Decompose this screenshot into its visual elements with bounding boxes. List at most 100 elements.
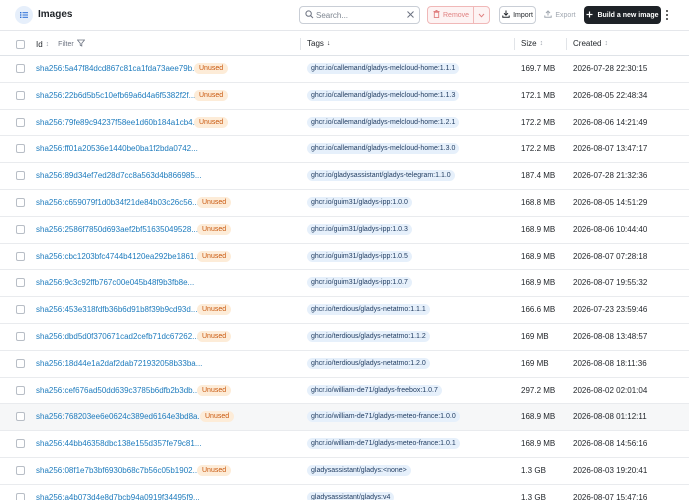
table-row[interactable]: sha256:c659079f1d0b34f21de84b03c26c56...… [0, 190, 689, 217]
select-all-checkbox[interactable] [16, 40, 25, 49]
column-tags-label: Tags [307, 39, 324, 48]
table-row[interactable]: sha256:dbd5d0f370671cad2cefb71dc67262...… [0, 324, 689, 351]
image-id-link[interactable]: sha256:dbd5d0f370671cad2cefb71dc67262... [36, 332, 199, 341]
row-checkbox[interactable] [16, 412, 25, 422]
row-checkbox[interactable] [16, 224, 25, 234]
image-id-link[interactable]: sha256:ff01a20536e1440be0ba1f2bda0742... [36, 144, 198, 153]
image-size: 169.7 MB [521, 64, 556, 73]
image-tag: ghcr.io/terdious/gladys-netatmo:1.1.2 [307, 330, 430, 342]
chevron-down-icon [478, 11, 485, 20]
image-size: 172.2 MB [521, 144, 556, 154]
image-id-link[interactable]: sha256:22b6d5b5c10efb69a6d4a6f5382f2f... [36, 91, 195, 100]
image-tag: ghcr.io/guim31/gladys-ipp:1.0.0 [307, 196, 412, 208]
image-id-link[interactable]: sha256:18d44e1a2daf2dab721932058b33ba... [36, 359, 202, 368]
filter-icon[interactable] [76, 39, 86, 49]
remove-button[interactable]: Remove [428, 7, 473, 23]
image-created: 2026-08-03 19:20:41 [573, 465, 648, 475]
column-created[interactable]: Created ↕ [573, 39, 608, 48]
image-id-link[interactable]: sha256:89d34ef7ed28d7cc8a563d4b866985... [36, 171, 202, 180]
image-size: 168.8 MB [521, 197, 556, 207]
row-checkbox[interactable] [16, 305, 25, 315]
filter-label[interactable]: Filter [58, 41, 74, 48]
image-created: 2026-07-23 23:59:46 [573, 305, 648, 315]
row-checkbox[interactable] [16, 197, 25, 207]
table-row[interactable]: sha256:cef676ad50dd639c3785b6dfb2b3db...… [0, 378, 689, 405]
image-id-link[interactable]: sha256:9c3c92ffb767c00e045b48f9b3fb8e... [36, 278, 194, 287]
search-input[interactable] [316, 8, 404, 22]
search-icon [305, 10, 314, 21]
image-tag: ghcr.io/terdious/gladys-netatmo:1.2.0 [307, 357, 430, 369]
image-id-link[interactable]: sha256:79fe89c94237f58ee1d60b184a1cb4... [36, 118, 199, 127]
image-tag: gladysassistant/gladys:v4 [307, 491, 395, 500]
table-row[interactable]: sha256:9c3c92ffb767c00e045b48f9b3fb8e...… [0, 270, 689, 298]
remove-options-button[interactable] [474, 7, 489, 23]
row-checkbox[interactable] [16, 117, 25, 127]
unused-badge: Unused [200, 411, 235, 423]
row-checkbox[interactable] [16, 144, 25, 154]
row-checkbox[interactable] [16, 251, 25, 261]
table-row[interactable]: sha256:453e318fdfb36b6d91b8f39b9cd93d...… [0, 297, 689, 324]
row-checkbox[interactable] [16, 492, 25, 500]
table-body: sha256:5a47f84dcd867c81ca1fda73aee79b...… [0, 56, 689, 500]
more-options-icon[interactable] [663, 6, 671, 24]
image-created: 2026-08-02 02:01:04 [573, 385, 648, 395]
row-checkbox[interactable] [16, 171, 25, 181]
image-tag: ghcr.io/terdious/gladys-netatmo:1.1.1 [307, 304, 430, 316]
sort-desc-icon: ↓ [326, 40, 331, 47]
image-tag: ghcr.io/callemand/gladys-melcloud-home:1… [307, 143, 460, 155]
table-row[interactable]: sha256:2586f7850d693aef2bf51635049528...… [0, 217, 689, 244]
table-row[interactable]: sha256:5a47f84dcd867c81ca1fda73aee79b...… [0, 56, 689, 83]
table-row[interactable]: sha256:ff01a20536e1440be0ba1f2bda0742...… [0, 136, 689, 164]
image-id-link[interactable]: sha256:44bb46358dbc138e155d357fe79c81... [36, 439, 202, 448]
table-row[interactable]: sha256:89d34ef7ed28d7cc8a563d4b866985...… [0, 163, 689, 190]
row-checkbox[interactable] [16, 278, 25, 288]
image-created: 2026-08-06 10:44:40 [573, 224, 648, 234]
unused-badge: Unused [194, 116, 229, 128]
column-id[interactable]: Id ↕ Filter [36, 39, 86, 49]
image-id-link[interactable]: sha256:cef676ad50dd639c3785b6dfb2b3db... [36, 386, 199, 395]
image-size: 187.4 MB [521, 171, 556, 181]
row-checkbox[interactable] [16, 358, 25, 368]
image-id-link[interactable]: sha256:453e318fdfb36b6d91b8f39b9cd93d... [36, 305, 197, 314]
row-checkbox[interactable] [16, 331, 25, 341]
unused-badge: Unused [197, 330, 232, 342]
trash-icon [433, 10, 440, 20]
export-button[interactable]: Export [541, 6, 579, 24]
column-size-label: Size [521, 39, 537, 48]
table-row[interactable]: sha256:22b6d5b5c10efb69a6d4a6f5382f2f...… [0, 83, 689, 110]
row-checkbox[interactable] [16, 465, 25, 475]
table-row[interactable]: sha256:08f1e7b3bf6930b68c7b56c05b1902...… [0, 458, 689, 485]
image-id-link[interactable]: sha256:cbc1203bfc4744b4120ea292be1861... [36, 252, 201, 261]
image-id-link[interactable]: sha256:c659079f1d0b34f21de84b03c26c56... [36, 198, 199, 207]
import-button[interactable]: Import [499, 6, 536, 24]
plus-icon [586, 11, 593, 20]
image-id-link[interactable]: sha256:2586f7850d693aef2bf51635049528... [36, 225, 198, 234]
table-row[interactable]: sha256:79fe89c94237f58ee1d60b184a1cb4...… [0, 110, 689, 137]
remove-label: Remove [443, 11, 470, 19]
remove-button-group: Remove [427, 6, 490, 24]
column-tags[interactable]: Tags ↓ [307, 39, 330, 48]
image-created: 2026-08-07 19:55:32 [573, 278, 648, 288]
image-id-link[interactable]: sha256:a4b073d4e8d7bcb94a0919f34495f9... [36, 493, 200, 500]
image-id-link[interactable]: sha256:768203ee6e0624c389ed6164e3bd8a... [36, 412, 204, 421]
table-row[interactable]: sha256:768203ee6e0624c389ed6164e3bd8a...… [0, 404, 689, 432]
table-row[interactable]: sha256:cbc1203bfc4744b4120ea292be1861...… [0, 244, 689, 271]
column-size[interactable]: Size ↕ [521, 39, 543, 48]
table-row[interactable]: sha256:18d44e1a2daf2dab721932058b33ba...… [0, 351, 689, 378]
table-row[interactable]: sha256:44bb46358dbc138e155d357fe79c81...… [0, 431, 689, 458]
column-created-label: Created [573, 39, 602, 48]
row-checkbox[interactable] [16, 90, 25, 100]
table-row[interactable]: sha256:a4b073d4e8d7bcb94a0919f34495f9...… [0, 485, 689, 500]
image-tag: ghcr.io/callemand/gladys-melcloud-home:1… [307, 89, 460, 101]
row-checkbox[interactable] [16, 385, 25, 395]
unused-badge: Unused [194, 89, 229, 101]
search-box[interactable] [299, 6, 420, 24]
unused-badge: Unused [197, 250, 232, 262]
clear-search-icon[interactable] [406, 10, 415, 21]
image-id-link[interactable]: sha256:5a47f84dcd867c81ca1fda73aee79b... [36, 64, 199, 73]
image-id-link[interactable]: sha256:08f1e7b3bf6930b68c7b56c05b1902... [36, 466, 199, 475]
row-checkbox[interactable] [16, 439, 25, 449]
build-image-button[interactable]: Build a new image [584, 6, 661, 24]
image-created: 2026-08-08 01:12:11 [573, 412, 647, 422]
row-checkbox[interactable] [16, 64, 25, 73]
